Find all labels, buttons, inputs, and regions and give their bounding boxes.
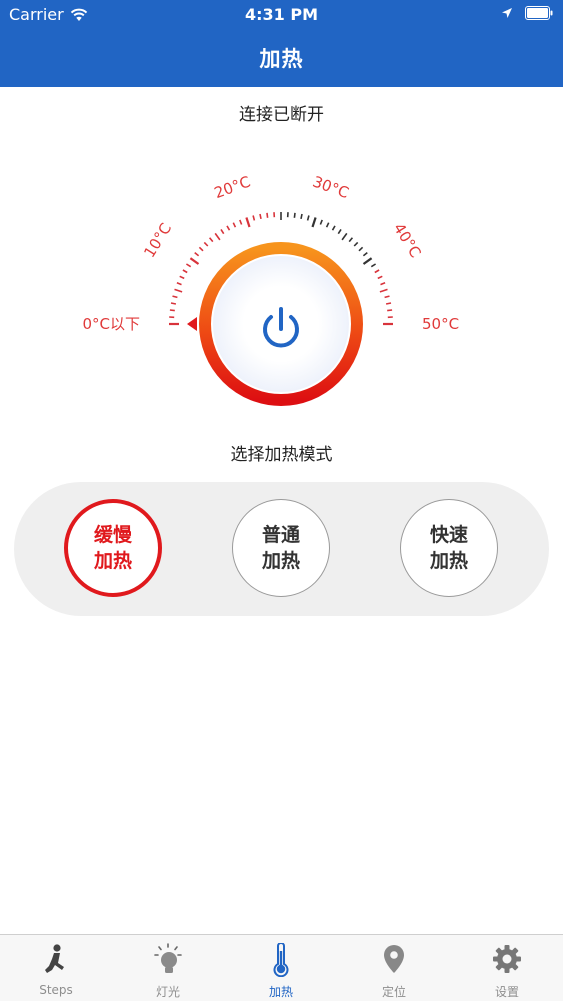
dial-tick [221, 229, 224, 233]
dial-tick [180, 276, 185, 278]
dial-tick [210, 238, 213, 242]
mode-label-line1: 快速 [430, 522, 468, 548]
dial-tick [333, 226, 336, 230]
dial-tick [227, 226, 230, 230]
dial-tick [349, 238, 352, 242]
tab-label: 加热 [225, 983, 337, 1000]
dial-tick [385, 296, 390, 297]
dial-tick [354, 242, 358, 246]
dial-tick [173, 296, 178, 297]
tab-label: 灯光 [112, 983, 224, 1000]
temperature-dial: 0°C以下 10°C 20°C 30°C 40°C 50°C [0, 0, 563, 440]
tab-location[interactable]: 定位 [338, 935, 450, 1001]
tab-settings[interactable]: 设置 [451, 935, 563, 1001]
dial-tick [199, 247, 203, 251]
dial-tick [260, 214, 261, 219]
dial-tick [190, 258, 198, 264]
mode-normal-heating-button[interactable]: 普通 加热 [232, 499, 330, 597]
dial-tick [186, 264, 190, 267]
dial-tick [371, 264, 375, 267]
dial-tick [183, 270, 187, 273]
dial-label-30c: 30°C [310, 173, 351, 203]
dial-tick [381, 283, 386, 285]
dial-tick [364, 258, 372, 264]
gear-icon [491, 943, 523, 977]
tab-light[interactable]: 灯光 [112, 935, 224, 1001]
dial-label-50c: 50°C [422, 315, 459, 333]
dial-tick [387, 310, 392, 311]
dial-tick [338, 229, 341, 233]
dial-tick [204, 242, 208, 246]
dial-tick [171, 303, 176, 304]
dial-tick [380, 289, 388, 292]
tab-steps[interactable]: Steps [0, 935, 112, 1001]
dial-tick [177, 283, 182, 285]
dial-label-0c: 0°C以下 [82, 315, 140, 333]
dial-tick [301, 214, 302, 219]
mode-fast-heating-button[interactable]: 快速 加热 [400, 499, 498, 597]
dial-tick [313, 218, 316, 228]
dial-tick [342, 233, 347, 240]
dial-tick [327, 223, 329, 228]
power-icon [241, 289, 321, 369]
dial-tick [363, 253, 367, 256]
dial-tick [267, 213, 268, 218]
mode-label-line2: 加热 [262, 548, 300, 574]
tab-bar: Steps 灯光 加热 定位 [0, 934, 563, 1001]
mode-section-title: 选择加热模式 [0, 440, 563, 465]
dial-tick [375, 270, 379, 273]
dial-tick [320, 220, 322, 225]
tab-label: Steps [0, 983, 112, 997]
mode-label-line1: 普通 [262, 522, 300, 548]
location-pin-icon [378, 943, 410, 977]
dial-tick [359, 247, 363, 251]
dial-indicator-triangle [187, 317, 197, 331]
dial-tick [233, 223, 235, 228]
mode-label-line2: 加热 [430, 548, 468, 574]
lightbulb-icon [152, 943, 184, 977]
dial-tick [215, 233, 220, 240]
dial-tick [386, 303, 391, 304]
walker-icon [40, 943, 72, 977]
tab-label: 定位 [338, 983, 450, 1000]
dial-tick [175, 289, 183, 292]
mode-slow-heating-button[interactable]: 缓慢 加热 [64, 499, 162, 597]
tab-heating[interactable]: 加热 [225, 935, 337, 1001]
dial-label-40c: 40°C [390, 220, 425, 261]
power-button[interactable] [241, 289, 321, 369]
dial-tick [378, 276, 383, 278]
thermometer-icon [265, 943, 297, 977]
dial-label-20c: 20°C [212, 173, 253, 203]
tab-label: 设置 [451, 983, 563, 1000]
dial-tick [195, 253, 199, 256]
mode-label-line1: 缓慢 [94, 522, 132, 548]
mode-label-line2: 加热 [94, 548, 132, 574]
dial-tick [240, 220, 242, 225]
dial-label-10c: 10°C [140, 220, 175, 261]
dial-tick [294, 213, 295, 218]
dial-tick [253, 216, 254, 221]
dial-tick [170, 310, 175, 311]
dial-tick [308, 216, 309, 221]
dial-tick [246, 218, 249, 228]
